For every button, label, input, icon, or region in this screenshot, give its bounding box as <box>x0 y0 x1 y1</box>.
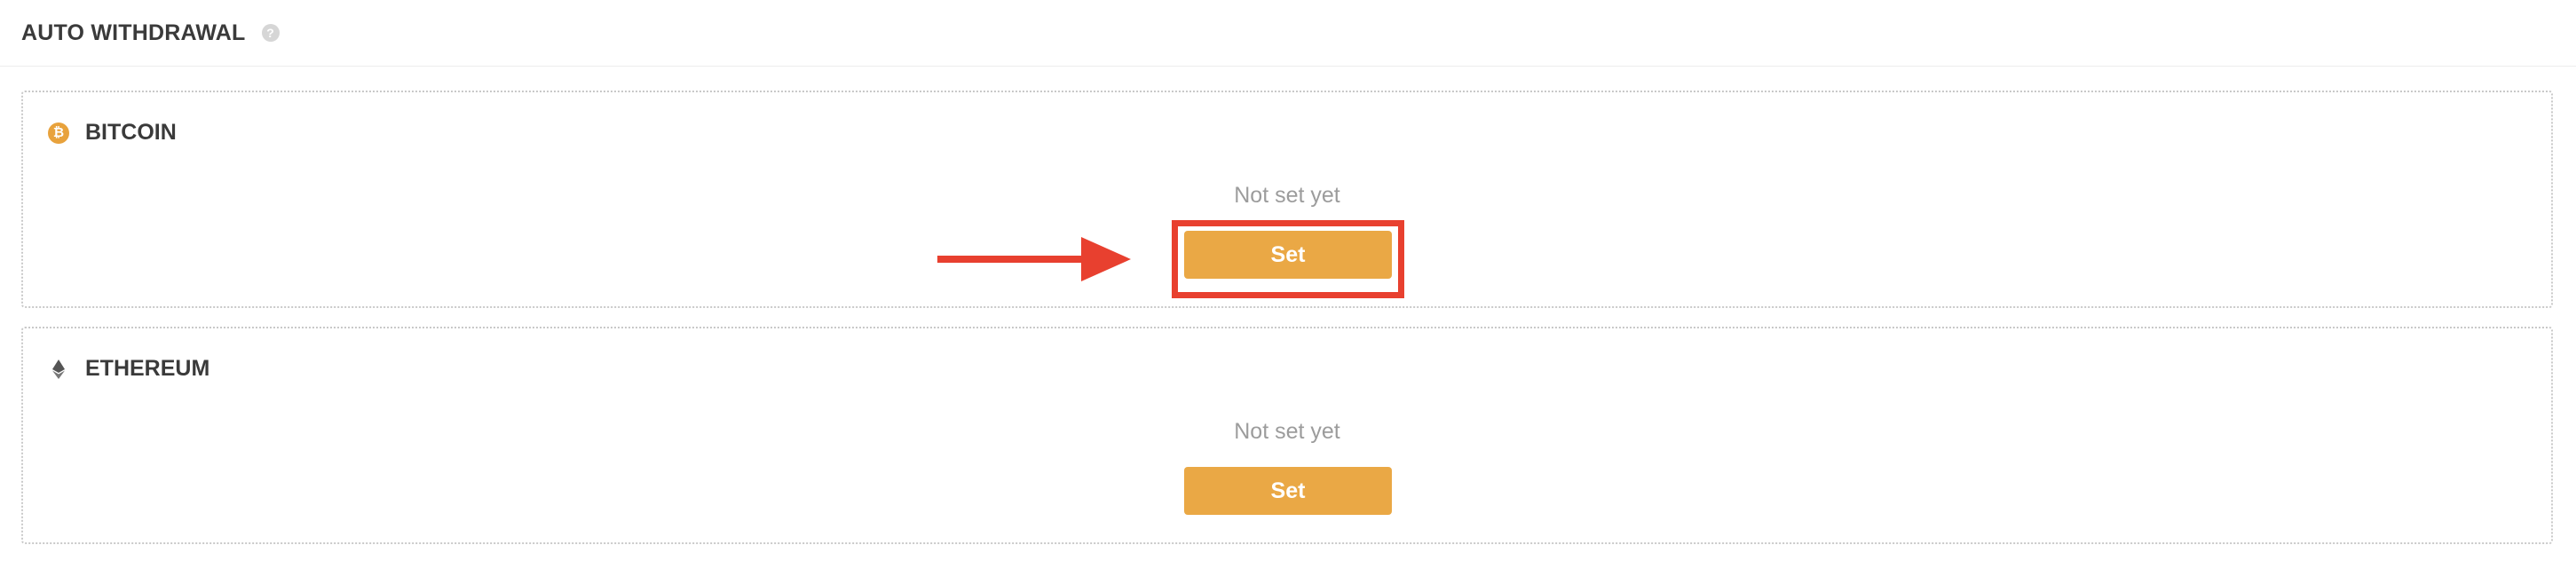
auto-withdrawal-page: AUTO WITHDRAWAL ? ₿ BITCOIN Not set yet … <box>0 0 2576 561</box>
header-divider <box>0 66 2576 67</box>
coin-name-ethereum: ETHEREUM <box>85 356 210 381</box>
bitcoin-card-header: ₿ BITCOIN <box>48 120 177 146</box>
ethereum-status-text: Not set yet <box>1234 419 1340 444</box>
ethereum-icon <box>48 359 69 380</box>
bitcoin-icon: ₿ <box>48 122 69 144</box>
help-icon[interactable]: ? <box>261 24 280 42</box>
ethereum-withdrawal-card: ETHEREUM Not set yet Set <box>21 327 2553 544</box>
page-title: AUTO WITHDRAWAL <box>21 20 246 45</box>
annotation-arrow-icon <box>937 237 1131 281</box>
coin-name-bitcoin: BITCOIN <box>85 120 177 145</box>
ethereum-diamond-icon <box>52 359 65 379</box>
section-header: AUTO WITHDRAWAL ? <box>21 0 280 66</box>
ethereum-set-button[interactable]: Set <box>1184 467 1392 515</box>
ethereum-card-header: ETHEREUM <box>48 356 209 382</box>
annotation-highlight-box <box>1172 220 1404 298</box>
bitcoin-status-text: Not set yet <box>1234 183 1340 208</box>
